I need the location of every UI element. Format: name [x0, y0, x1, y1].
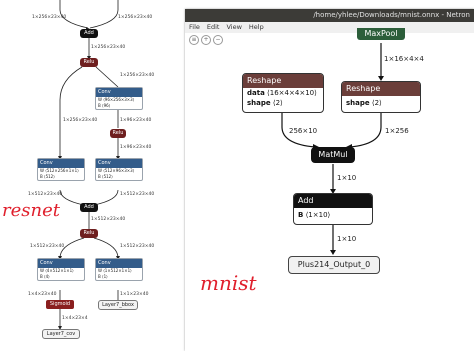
edge-label: 1×1×23×40: [120, 292, 149, 297]
netron-edges: [281, 43, 384, 255]
conv-title: Conv: [96, 259, 142, 268]
reshape-node-left[interactable]: Reshape data ⟨16×4×4×10⟩ shape ⟨2⟩: [242, 73, 324, 113]
edge-label: 1×256: [385, 127, 409, 135]
conv-bias: B ⟨4⟩: [40, 274, 50, 279]
edge-label: 1×4×23×40: [28, 292, 57, 297]
reshape-node-right[interactable]: Reshape shape ⟨2⟩: [341, 81, 421, 113]
attr-key: B: [298, 211, 304, 219]
edge-label: 1×256×23×40: [91, 45, 126, 50]
handwritten-resnet-note: resnet: [2, 200, 60, 221]
edge-label: 1×256×23×40: [32, 15, 67, 20]
edge-label: 1×256×23×40: [120, 73, 155, 78]
reshape-shape-attr: shape ⟨2⟩: [342, 98, 420, 108]
conv-node[interactable]: Conv W ⟨96×256×3×3⟩ B ⟨96⟩: [95, 87, 143, 110]
left-graph: 1×256×23×40 1×256×23×40 Add 1×256×23×40 …: [0, 0, 185, 351]
conv-bias: B ⟨96⟩: [98, 103, 111, 108]
reshape-data-attr: data ⟨16×4×4×10⟩: [243, 88, 323, 98]
edge-label: 1×4×23×4: [62, 316, 88, 321]
add-node[interactable]: Add: [80, 203, 98, 212]
edge-label: 1×96×23×40: [120, 145, 152, 150]
relu-node[interactable]: Relu: [80, 58, 98, 67]
reshape-title: Reshape: [243, 74, 323, 88]
left-graph-edges: [58, 0, 120, 330]
conv-title: Conv: [38, 259, 84, 268]
output-node[interactable]: Plus214_Output_0: [288, 256, 380, 274]
conv-title: Conv: [96, 88, 142, 97]
conv-node[interactable]: Conv W ⟨512×96×3×3⟩ B ⟨512⟩: [95, 158, 143, 181]
attr-key: shape: [346, 99, 370, 107]
edge-label: 1×256×23×40: [63, 118, 98, 123]
edge-label: 1×16×4×4: [384, 55, 424, 63]
conv-node[interactable]: Conv W ⟨4×512×1×1⟩ B ⟨4⟩: [37, 258, 85, 281]
conv-bias: B ⟨1⟩: [98, 274, 108, 279]
add-b-attr: B ⟨1×10⟩: [294, 210, 372, 220]
conv-title: Conv: [96, 159, 142, 168]
maxpool-node[interactable]: MaxPool: [357, 28, 405, 40]
edge-label: 1×512×23×40: [120, 244, 155, 249]
output-node[interactable]: Layer7_bbox: [98, 300, 138, 310]
relu-node[interactable]: Relu: [80, 229, 98, 238]
attr-value: ⟨2⟩: [371, 99, 382, 107]
conv-title: Conv: [38, 159, 84, 168]
edge-label: 1×512×23×40: [91, 217, 126, 222]
add-node[interactable]: Add: [80, 29, 98, 38]
add-node[interactable]: Add B ⟨1×10⟩: [293, 193, 373, 225]
conv-node[interactable]: Conv W ⟨1×512×1×1⟩ B ⟨1⟩: [95, 258, 143, 281]
relu-node[interactable]: Relu: [110, 129, 126, 138]
edge-label: 1×10: [337, 174, 357, 182]
attr-value: ⟨16×4×4×10⟩: [267, 89, 317, 97]
sigmoid-node[interactable]: Sigmoid: [46, 300, 74, 309]
edge-label: 1×512×23×40: [30, 244, 65, 249]
edge-label: 1×10: [337, 235, 357, 243]
reshape-title: Reshape: [342, 82, 420, 96]
edge-label: 1×512×23×40: [28, 192, 63, 197]
conv-bias: B ⟨512⟩: [98, 174, 113, 179]
edge-label: 1×512×23×40: [120, 192, 155, 197]
attr-value: ⟨1×10⟩: [305, 211, 331, 219]
output-node[interactable]: Layer7_cov: [42, 329, 80, 339]
attr-key: shape: [247, 99, 271, 107]
attr-key: data: [247, 89, 265, 97]
attr-value: ⟨2⟩: [272, 99, 283, 107]
add-title: Add: [294, 194, 372, 208]
edge-label: 1×256×23×40: [118, 15, 153, 20]
netron-window: /home/yhlee/Downloads/mnist.onnx - Netro…: [185, 9, 474, 351]
conv-node[interactable]: Conv W ⟨512×256×1×1⟩ B ⟨512⟩: [37, 158, 85, 181]
matmul-node[interactable]: MatMul: [311, 147, 355, 163]
edge-label: 1×96×23×40: [120, 118, 152, 123]
edge-label: 256×10: [289, 127, 318, 135]
handwritten-mnist-note: mnist: [200, 271, 257, 295]
reshape-shape-attr: shape ⟨2⟩: [243, 98, 323, 108]
conv-bias: B ⟨512⟩: [40, 174, 55, 179]
